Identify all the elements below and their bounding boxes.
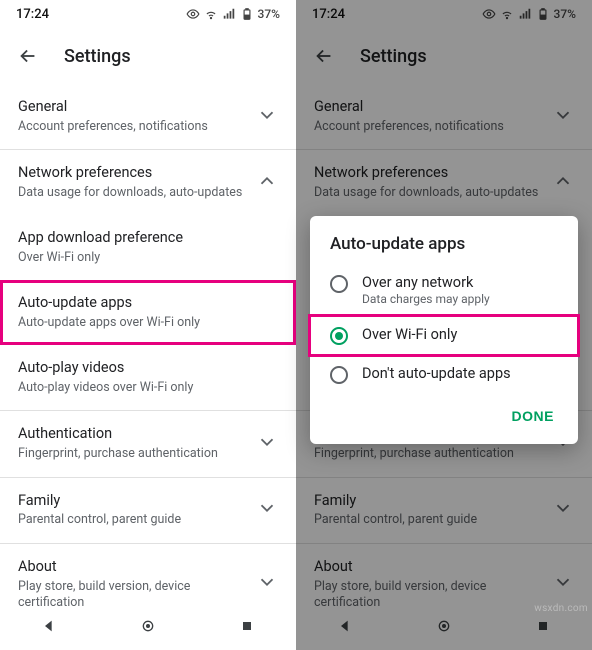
section-family[interactable]: Family Parental control, parent guide — [0, 477, 296, 543]
wifi-icon — [204, 7, 218, 21]
battery-text: 37% — [258, 7, 280, 21]
radio-icon — [330, 327, 348, 345]
dialog-title: Auto-update apps — [310, 234, 578, 264]
signal-icon — [222, 7, 236, 21]
status-icons: 37% — [186, 7, 280, 21]
chevron-down-icon — [256, 497, 278, 523]
settings-list[interactable]: General Account preferences, notificatio… — [0, 84, 296, 606]
row-label: App download preference — [18, 229, 278, 248]
section-label: Family — [18, 492, 246, 511]
app-bar: Settings — [0, 28, 296, 84]
done-button[interactable]: DONE — [502, 402, 564, 430]
section-sub: Account preferences, notifications — [18, 119, 246, 135]
section-label: Network preferences — [18, 164, 246, 183]
section-label: Authentication — [18, 425, 246, 444]
eye-icon — [186, 7, 200, 21]
row-label: Auto-play videos — [18, 359, 278, 378]
chevron-up-icon — [256, 170, 278, 196]
dialog-auto-update: Auto-update apps Over any network Data c… — [310, 216, 578, 444]
radio-icon — [330, 366, 348, 384]
section-general[interactable]: General Account preferences, notificatio… — [0, 84, 296, 149]
nav-recent-button[interactable] — [239, 618, 255, 638]
radio-dont-auto-update[interactable]: Don't auto-update apps — [310, 355, 578, 394]
arrow-left-icon — [17, 45, 39, 67]
row-download-pref[interactable]: App download preference Over Wi-Fi only — [0, 215, 296, 280]
status-time: 17:24 — [16, 7, 49, 22]
section-network[interactable]: Network preferences Data usage for downl… — [0, 149, 296, 215]
radio-label: Over any network — [362, 274, 490, 291]
row-sub: Auto-update apps over Wi-Fi only — [18, 315, 278, 331]
section-auth[interactable]: Authentication Fingerprint, purchase aut… — [0, 410, 296, 476]
row-auto-update[interactable]: Auto-update apps Auto-update apps over W… — [0, 280, 296, 345]
radio-over-wifi-only[interactable]: Over Wi-Fi only — [310, 316, 578, 355]
battery-icon — [240, 7, 254, 21]
radio-label: Over Wi-Fi only — [362, 326, 457, 343]
chevron-down-icon — [256, 431, 278, 457]
watermark: wsxdn.com — [534, 603, 588, 614]
radio-over-any-network[interactable]: Over any network Data charges may apply — [310, 264, 578, 316]
phone-left: 17:24 37% Settings General Account prefe… — [0, 0, 296, 650]
back-button[interactable] — [8, 36, 48, 76]
nav-back-button[interactable] — [41, 618, 57, 638]
nav-home-button[interactable] — [140, 618, 156, 638]
row-label: Auto-update apps — [18, 294, 278, 313]
section-sub: Parental control, parent guide — [18, 512, 246, 528]
page-title: Settings — [64, 46, 131, 67]
section-label: General — [18, 98, 246, 117]
section-sub: Data usage for downloads, auto-updates — [18, 185, 246, 201]
radio-icon — [330, 275, 348, 293]
row-autoplay[interactable]: Auto-play videos Auto-play videos over W… — [0, 345, 296, 410]
radio-label: Don't auto-update apps — [362, 365, 511, 382]
phone-right: 17:24 37% Settings General Account prefe… — [296, 0, 592, 650]
row-sub: Over Wi-Fi only — [18, 250, 278, 266]
section-label: About — [18, 558, 246, 577]
chevron-down-icon — [256, 571, 278, 597]
section-sub: Play store, build version, device certif… — [18, 579, 246, 607]
status-bar: 17:24 37% — [0, 0, 296, 28]
section-about[interactable]: About Play store, build version, device … — [0, 543, 296, 606]
radio-sub: Data charges may apply — [362, 292, 490, 306]
section-sub: Fingerprint, purchase authentication — [18, 446, 246, 462]
nav-bar — [0, 606, 296, 650]
row-sub: Auto-play videos over Wi-Fi only — [18, 380, 278, 396]
chevron-down-icon — [256, 104, 278, 130]
